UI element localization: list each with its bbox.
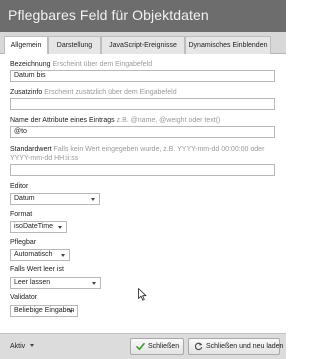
format-select[interactable]: isoDateTime (10, 221, 67, 233)
chevron-down-icon (30, 344, 35, 347)
chevron-down-icon (91, 198, 95, 201)
editor-label: Editor (10, 183, 29, 190)
falls-leer-select[interactable]: Leer lassen (10, 277, 101, 289)
attribute-input[interactable]: @to (10, 126, 275, 138)
tab-darstellung[interactable]: Darstellung (48, 36, 101, 54)
tab-javascript-ereignisse[interactable]: JavaScript-Ereignisse (101, 36, 185, 54)
bezeichnung-input[interactable]: Datum bis (10, 70, 275, 82)
validator-select[interactable]: Beliebige Eingaben (10, 305, 78, 317)
pflegbar-select[interactable]: Automatisch (10, 249, 70, 261)
close-button[interactable]: Schließen (130, 338, 184, 355)
editor-select[interactable]: Datum (10, 193, 100, 205)
close-and-reload-button[interactable]: Schließen und neu laden (188, 338, 283, 355)
bezeichnung-label: Bezeichnung Erscheint über dem Eingabefel… (10, 61, 153, 68)
validator-label: Validator (10, 294, 38, 301)
chevron-down-icon (69, 310, 73, 313)
attribute-label: Name der Attribute eines Eintrags z.B. @n… (10, 117, 221, 124)
falls-leer-label: Falls Wert leer ist (10, 266, 64, 273)
bezeichnung-hint: Erscheint über dem Eingabefeld (52, 61, 153, 68)
mouse-pointer-icon (138, 288, 147, 301)
chevron-down-icon (58, 226, 62, 229)
chevron-down-icon (92, 282, 96, 285)
refresh-icon (194, 342, 203, 351)
tab-dynamisches-einblenden[interactable]: Dynamisches Einblenden (185, 36, 271, 54)
checkmark-icon (136, 343, 145, 351)
window-title: Pflegbares Feld für Objektdaten (8, 7, 209, 23)
footer-bar: Aktiv Schließen Schließen und neu laden (0, 333, 286, 359)
pflegbar-label: Pflegbar (10, 239, 37, 246)
chevron-down-icon (61, 254, 65, 257)
attribute-hint: z.B. @name, @weight oder text() (116, 117, 221, 124)
standardwert-label: Standardwert Falls kein Wert eingegeben w… (10, 146, 265, 162)
zusatzinfo-input[interactable] (10, 98, 275, 110)
tab-bar: Allgemein Darstellung JavaScript-Ereigni… (0, 32, 286, 55)
tab-allgemein[interactable]: Allgemein (4, 36, 48, 55)
format-label: Format (10, 211, 33, 218)
title-bar: Pflegbares Feld für Objektdaten (0, 0, 286, 32)
standardwert-input[interactable] (10, 164, 275, 176)
zusatzinfo-label: Zusatzinfo Erscheint zusätzlich über dem … (10, 89, 177, 96)
zusatzinfo-hint: Erscheint zusätzlich über dem Eingabefel… (44, 89, 177, 96)
status-dropdown[interactable]: Aktiv (10, 343, 35, 350)
